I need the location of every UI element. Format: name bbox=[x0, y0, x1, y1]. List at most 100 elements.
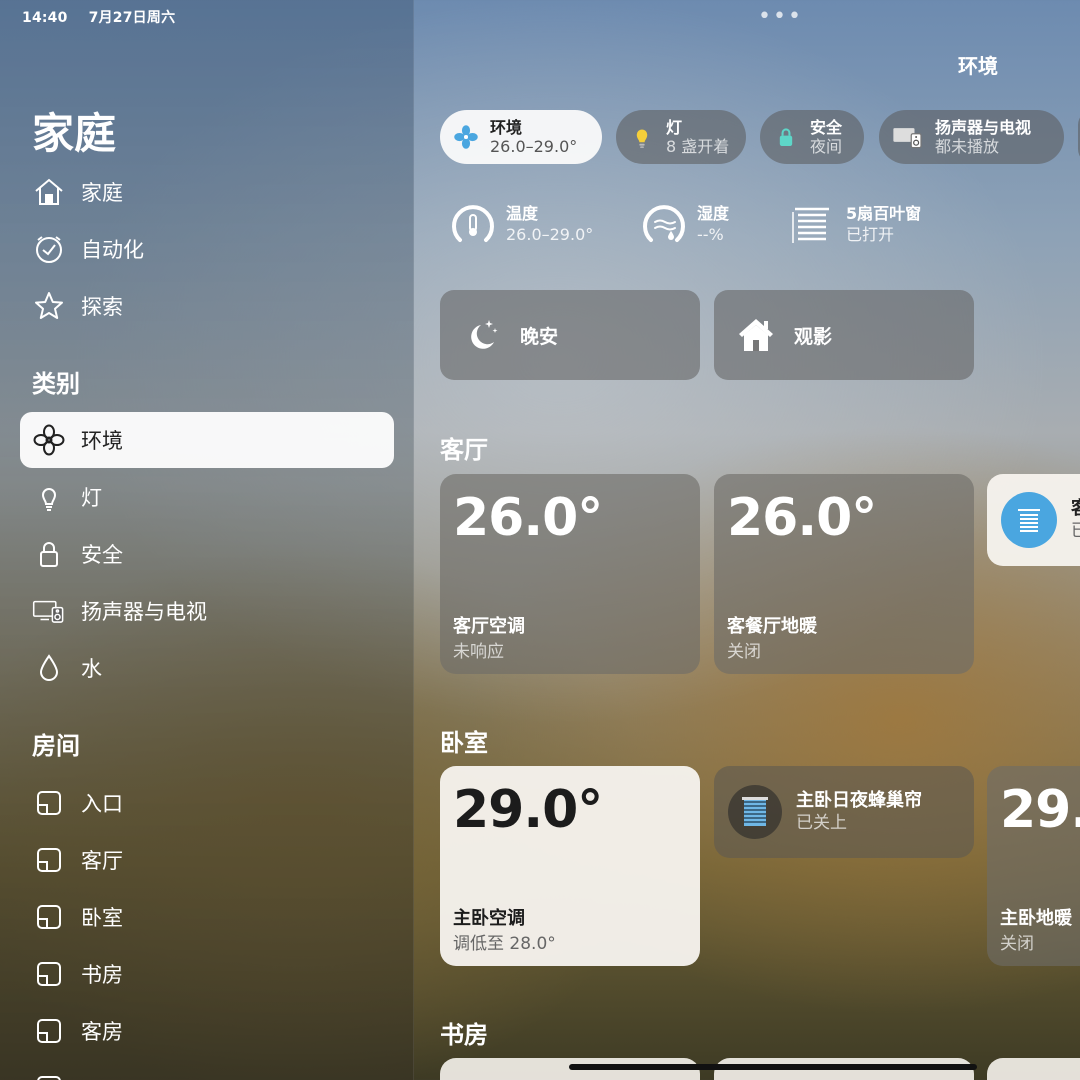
star-icon bbox=[32, 289, 66, 323]
clock-icon bbox=[32, 232, 66, 266]
status-bar: 14:40 7月27日周六 bbox=[22, 7, 191, 27]
accessory-tile-living-floor-heat[interactable]: 26.0° 客餐厅地暖 关闭 bbox=[714, 474, 974, 674]
fan-icon bbox=[32, 423, 66, 457]
stat-value: 已打开 bbox=[846, 225, 895, 244]
lightbulb-icon bbox=[32, 480, 66, 514]
blinds-icon bbox=[788, 200, 838, 250]
tile-status: 未响应 bbox=[453, 642, 504, 662]
tile-name: 客餐厅地暖 bbox=[727, 616, 817, 637]
sidebar-item-room-living[interactable]: 客厅 bbox=[20, 832, 394, 888]
room-heading-bedroom: 卧室 bbox=[440, 729, 488, 757]
stat-blinds[interactable]: 5扇百叶窗 已打开 bbox=[788, 200, 921, 250]
scene-label: 观影 bbox=[794, 325, 833, 348]
tile-status: 已关上 bbox=[796, 813, 847, 833]
lock-icon bbox=[772, 123, 800, 151]
accessory-tile-bedroom-ac[interactable]: 29.0° 主卧空调 调低至 28.0° bbox=[440, 766, 700, 966]
scene-label: 晚安 bbox=[520, 325, 559, 348]
sidebar-item-label: 水 bbox=[81, 657, 102, 681]
page-title: 环境 bbox=[958, 54, 998, 78]
chip-speakers-tv[interactable]: 扬声器与电视 都未播放 bbox=[879, 110, 1064, 164]
more-dots-icon[interactable]: ••• bbox=[758, 4, 803, 29]
tile-name: 客 bbox=[1071, 498, 1080, 520]
accessory-tile-bedroom-floor-heat[interactable]: 29. 主卧地暖 关闭 bbox=[987, 766, 1080, 966]
chip-label: 扬声器与电视 bbox=[935, 117, 1032, 137]
room-icon bbox=[32, 900, 66, 934]
sidebar-item-label: 自动化 bbox=[81, 238, 144, 262]
sidebar-item-climate[interactable]: 环境 bbox=[20, 412, 394, 468]
sidebar: 14:40 7月27日周六 家庭 家庭 自动化 探索 类别 环境 灯 安全 扬声… bbox=[0, 0, 414, 1080]
stat-value: 26.0–29.0° bbox=[506, 225, 594, 244]
sidebar-item-speakers-tv[interactable]: 扬声器与电视 bbox=[20, 583, 394, 639]
speaker-tv-icon bbox=[32, 594, 66, 628]
home-indicator[interactable] bbox=[569, 1064, 977, 1070]
sidebar-item-automation[interactable]: 自动化 bbox=[20, 221, 394, 277]
chip-sub: 都未播放 bbox=[935, 136, 1000, 156]
chip-label: 安全 bbox=[810, 117, 843, 137]
humidity-gauge-icon bbox=[639, 200, 689, 250]
scene-goodnight[interactable]: 晚安 bbox=[440, 290, 700, 380]
stat-temperature[interactable]: 温度 26.0–29.0° bbox=[448, 200, 593, 250]
room-icon bbox=[32, 786, 66, 820]
sidebar-item-lights[interactable]: 灯 bbox=[20, 469, 394, 525]
stat-label: 5扇百叶窗 bbox=[846, 204, 922, 223]
sidebar-item-label: 入口 bbox=[81, 792, 123, 816]
tile-temperature: 29. bbox=[1000, 780, 1080, 840]
lock-icon bbox=[32, 537, 66, 571]
tile-temperature: 29.0° bbox=[453, 780, 603, 840]
tile-name: 客厅空调 bbox=[453, 616, 525, 637]
room-icon bbox=[32, 1071, 66, 1080]
room-heading-study: 书房 bbox=[440, 1021, 488, 1049]
accessory-tile-living-blinds[interactable]: 客 已 bbox=[987, 474, 1080, 566]
sidebar-item-label: 客厅 bbox=[81, 849, 123, 873]
tile-status: 关闭 bbox=[1000, 934, 1034, 954]
sidebar-item-room-study[interactable]: 书房 bbox=[20, 946, 394, 1002]
sidebar-item-label: 探索 bbox=[81, 295, 123, 319]
chip-lights[interactable]: 灯 8 盏开着 bbox=[616, 110, 746, 164]
water-drop-icon bbox=[32, 651, 66, 685]
tile-name: 主卧日夜蜂巢帘 bbox=[796, 790, 922, 811]
tile-temperature: 26.0° bbox=[727, 488, 877, 548]
sidebar-item-room-partial[interactable] bbox=[20, 1060, 394, 1080]
sidebar-item-label: 灯 bbox=[81, 486, 102, 510]
blinds-icon bbox=[1001, 492, 1057, 548]
tile-status: 关闭 bbox=[727, 642, 761, 662]
thermometer-gauge-icon bbox=[448, 200, 498, 250]
scene-movie[interactable]: 观影 bbox=[714, 290, 974, 380]
chip-sub: 26.0–29.0° bbox=[490, 136, 578, 156]
moon-stars-icon bbox=[462, 315, 502, 355]
sidebar-item-discover[interactable]: 探索 bbox=[20, 278, 394, 334]
accessory-tile-study-3[interactable] bbox=[987, 1058, 1080, 1080]
room-icon bbox=[32, 957, 66, 991]
status-date: 7月27日周六 bbox=[88, 10, 176, 26]
tile-temperature: 26.0° bbox=[453, 488, 603, 548]
chip-sub: 夜间 bbox=[810, 136, 843, 156]
tile-status: 已 bbox=[1071, 521, 1080, 541]
rooms-heading: 房间 bbox=[32, 732, 80, 760]
tile-name: 主卧地暖 bbox=[1000, 908, 1072, 929]
status-time: 14:40 bbox=[22, 10, 68, 26]
stat-humidity[interactable]: 湿度 --% bbox=[639, 200, 729, 250]
lightbulb-icon bbox=[628, 123, 656, 151]
house-scene-icon bbox=[736, 315, 776, 355]
fan-icon bbox=[452, 123, 480, 151]
room-icon bbox=[32, 1014, 66, 1048]
room-heading-living: 客厅 bbox=[440, 436, 488, 464]
sidebar-item-home[interactable]: 家庭 bbox=[20, 164, 394, 220]
tile-status: 调低至 28.0° bbox=[453, 934, 556, 954]
sidebar-item-label: 卧室 bbox=[81, 906, 123, 930]
sidebar-item-security[interactable]: 安全 bbox=[20, 526, 394, 582]
sidebar-item-room-guest[interactable]: 客房 bbox=[20, 1003, 394, 1059]
accessory-tile-bedroom-blinds[interactable]: 主卧日夜蜂巢帘 已关上 bbox=[714, 766, 974, 858]
chip-security[interactable]: 安全 夜间 bbox=[760, 110, 864, 164]
chip-climate[interactable]: 环境 26.0–29.0° bbox=[440, 110, 602, 164]
sidebar-item-label: 安全 bbox=[81, 543, 123, 567]
chip-sub: 8 盏开着 bbox=[666, 136, 730, 156]
accessory-tile-living-ac[interactable]: 26.0° 客厅空调 未响应 bbox=[440, 474, 700, 674]
room-icon bbox=[32, 843, 66, 877]
house-icon bbox=[32, 175, 66, 209]
sidebar-title: 家庭 bbox=[32, 109, 117, 158]
sidebar-item-water[interactable]: 水 bbox=[20, 640, 394, 696]
sidebar-item-room-bedroom[interactable]: 卧室 bbox=[20, 889, 394, 945]
categories-heading: 类别 bbox=[32, 370, 80, 398]
sidebar-item-room-entrance[interactable]: 入口 bbox=[20, 775, 394, 831]
